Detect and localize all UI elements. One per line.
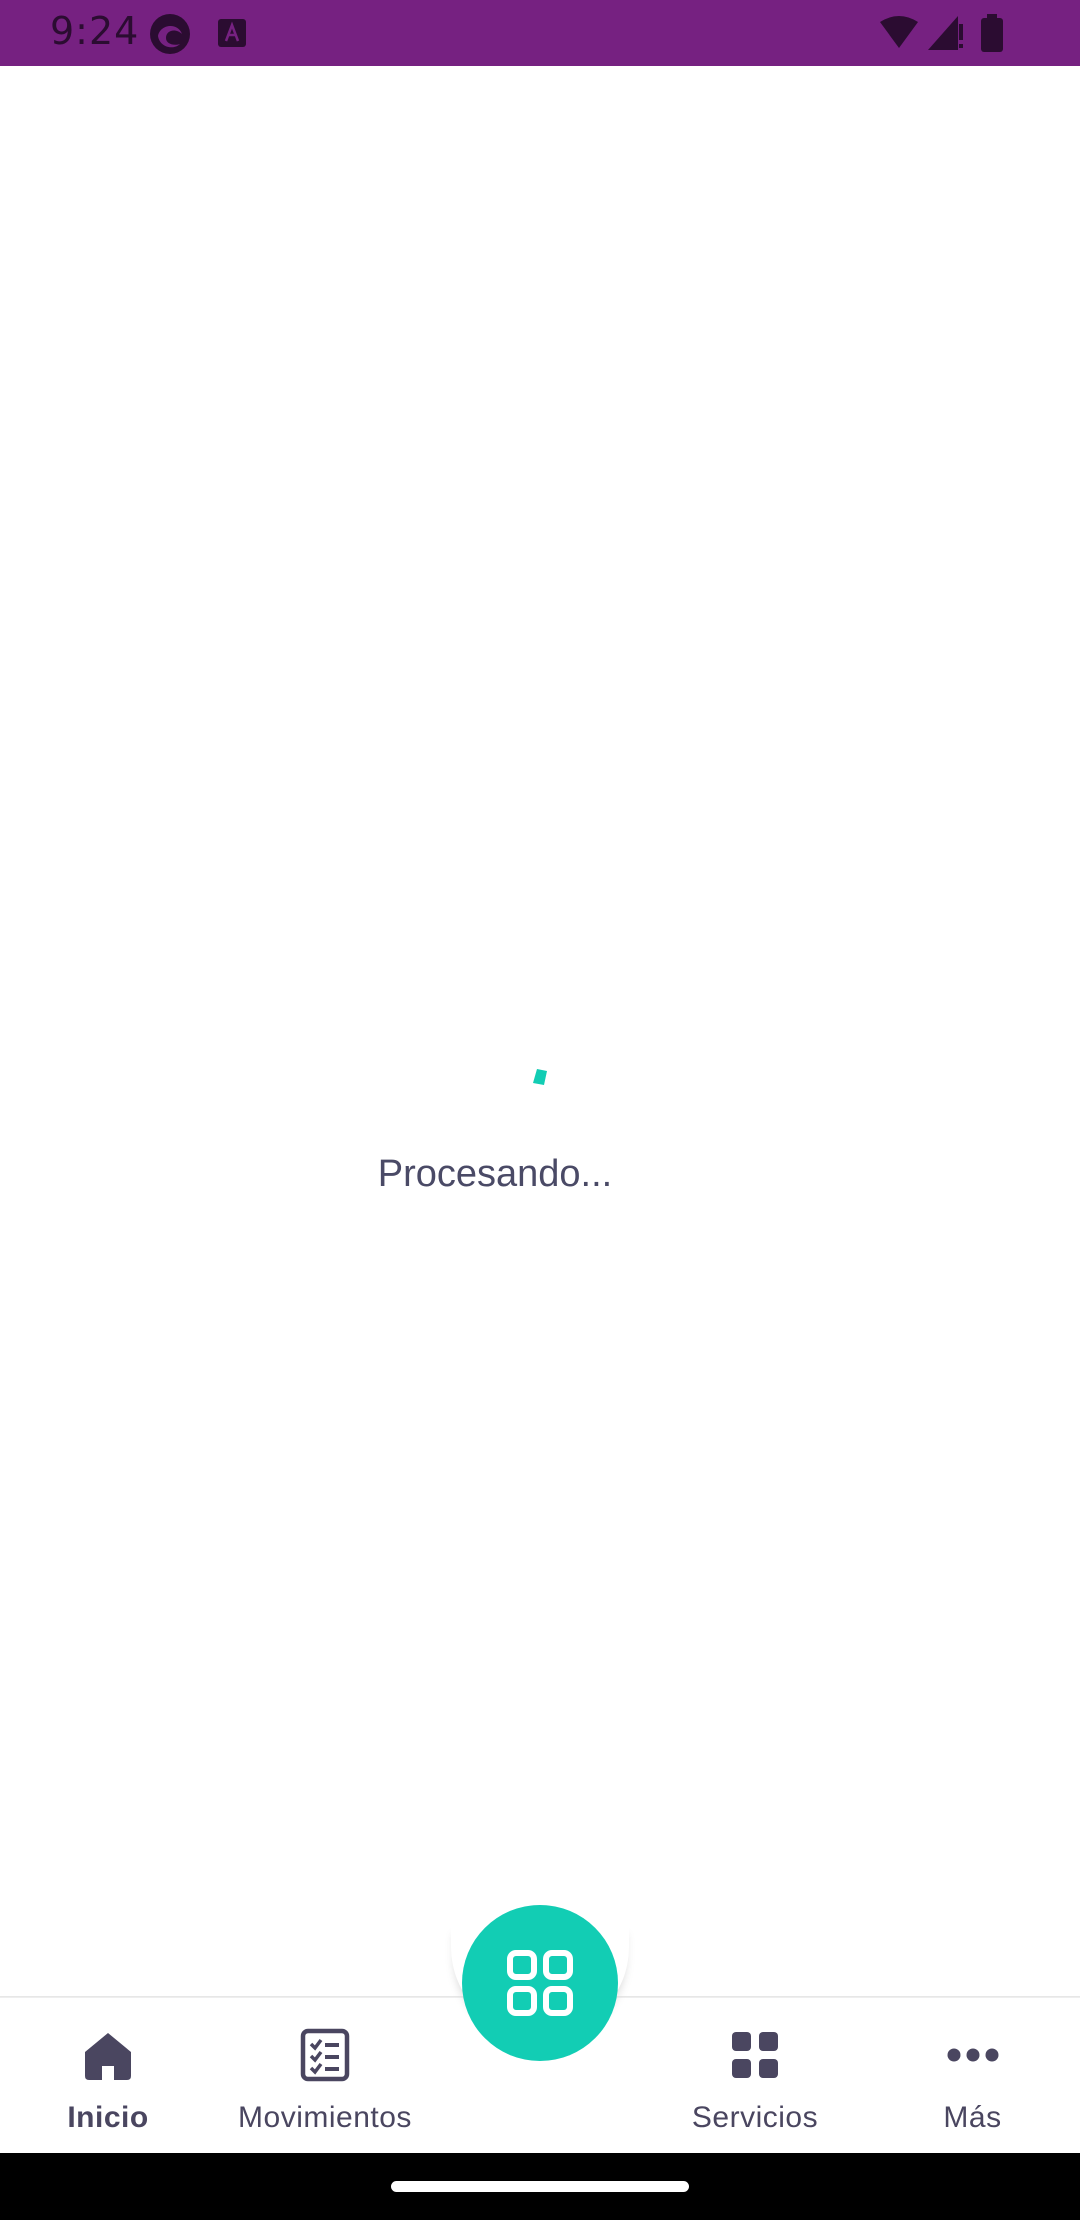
nav-item-inicio[interactable]: Inicio (28, 1998, 188, 2153)
checklist-icon (300, 2028, 350, 2082)
main-content (0, 66, 1080, 1999)
nav-label-servicios: Servicios (691, 2101, 819, 2134)
nav-label-mas: Más (943, 2101, 1002, 2134)
wifi-icon (880, 16, 918, 48)
signal-icon (928, 16, 963, 50)
battery-icon (981, 14, 1003, 52)
home-icon (85, 2033, 131, 2080)
apps-grid-icon (507, 1950, 573, 2016)
system-navigation-bar (0, 2153, 1080, 2220)
more-horizontal-icon (947, 2048, 998, 2062)
nav-label-inicio: Inicio (67, 2101, 149, 2134)
status-bar: 9:24 (0, 0, 1080, 66)
nav-item-servicios[interactable]: Servicios (670, 1998, 840, 2153)
loading-text: Procesando... (377, 1153, 613, 1195)
nav-label-movimientos: Movimientos (238, 2101, 412, 2134)
font-a-icon (218, 19, 246, 47)
grid-icon (732, 2032, 778, 2078)
center-fab-button[interactable] (462, 1905, 618, 2061)
loading-spinner (533, 1069, 547, 1085)
edge-icon (150, 14, 190, 54)
nav-item-movimientos[interactable]: Movimientos (220, 1998, 430, 2153)
nav-item-mas[interactable]: Más (890, 1998, 1055, 2153)
status-time: 9:24 (50, 9, 140, 53)
screen: 9:24 Procesando... Inicio Movimientos Se… (0, 0, 1080, 2220)
home-indicator[interactable] (391, 2181, 689, 2192)
